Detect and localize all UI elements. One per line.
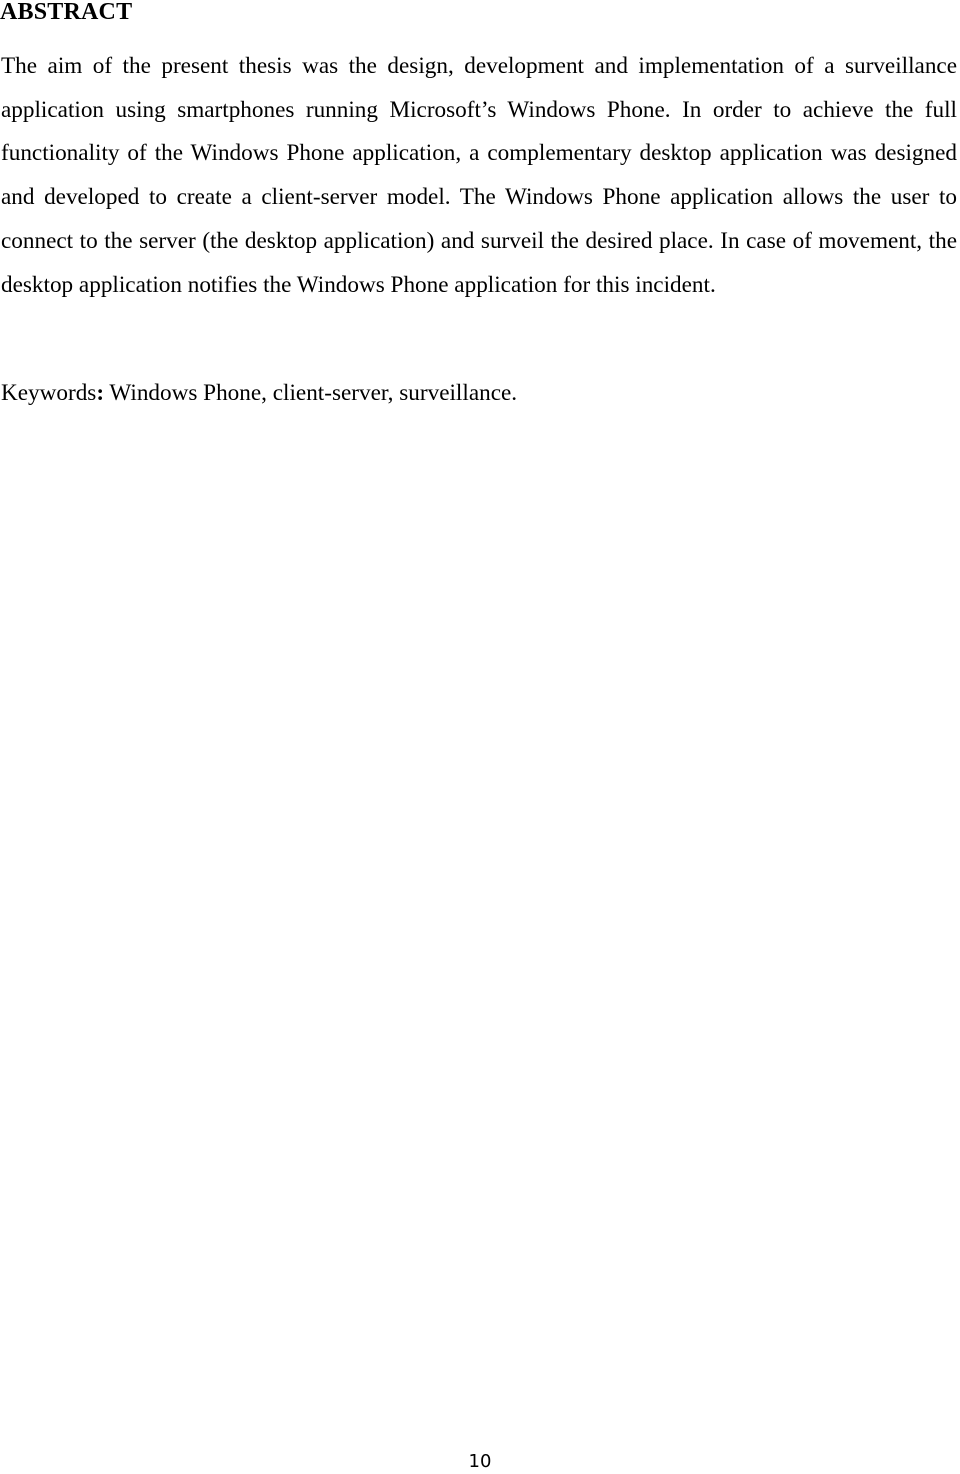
keywords-label: Keywords <box>1 380 97 406</box>
keywords-line: Keywords: Windows Phone, client-server, … <box>1 372 517 415</box>
page-number: 10 <box>468 1451 492 1472</box>
keywords-colon: : <box>96 380 105 406</box>
keywords-value: Windows Phone, client-server, surveillan… <box>104 380 518 406</box>
abstract-heading: ABSTRACT <box>0 0 133 25</box>
abstract-paragraph: The aim of the present thesis was the de… <box>1 53 957 298</box>
